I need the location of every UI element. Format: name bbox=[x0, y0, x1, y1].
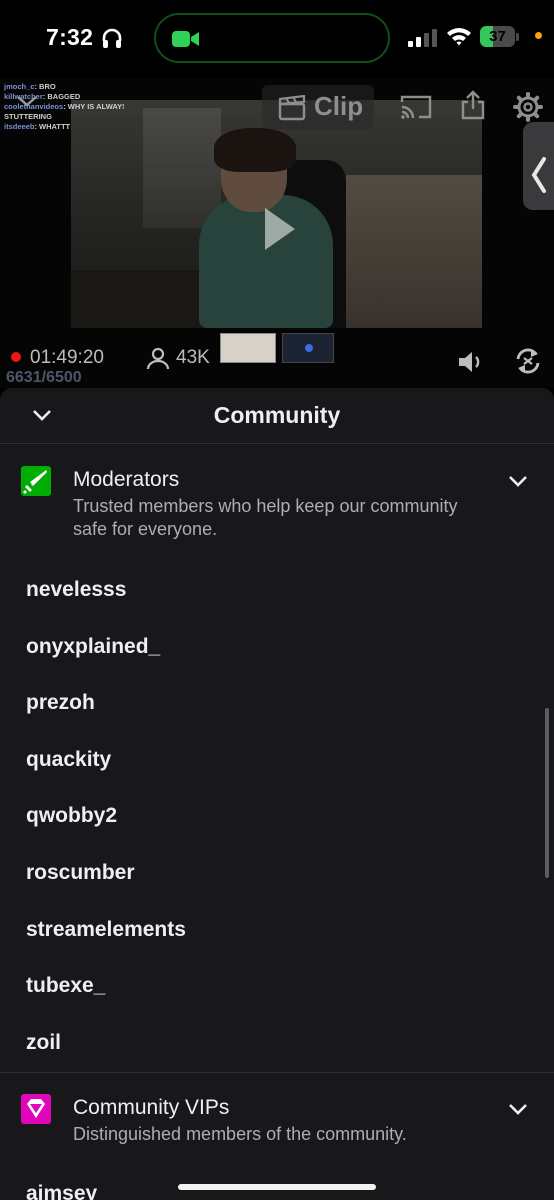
chat-count: 6631/6500 bbox=[6, 369, 82, 386]
clip-label: Clip bbox=[314, 91, 364, 121]
member-list-item[interactable]: onyxplained_ bbox=[26, 635, 160, 659]
member-list-item[interactable]: zoil bbox=[26, 1031, 61, 1055]
viewer-icon bbox=[146, 347, 170, 370]
stream-thumbnail[interactable] bbox=[220, 333, 276, 363]
vips-description: Distinguished members of the community. bbox=[73, 1124, 407, 1144]
moderators-description: Trusted members who help keep our commun… bbox=[73, 496, 458, 539]
community-sheet: Community Moderators Trusted members who… bbox=[0, 388, 554, 1200]
chevron-left-icon[interactable] bbox=[530, 156, 548, 194]
moderator-sword-icon bbox=[21, 466, 51, 496]
vip-gem-icon bbox=[21, 1094, 51, 1124]
member-list-item[interactable]: tubexe_ bbox=[26, 974, 105, 998]
moderators-title: Moderators bbox=[73, 468, 180, 491]
member-list-item[interactable]: streamelements bbox=[26, 918, 186, 942]
chat-line: STUTTERING bbox=[4, 112, 52, 121]
battery-label: 37 bbox=[489, 28, 506, 45]
gear-icon[interactable] bbox=[513, 92, 543, 122]
dynamic-island[interactable] bbox=[154, 13, 390, 63]
volume-icon[interactable] bbox=[457, 349, 487, 375]
sheet-title: Community bbox=[213, 402, 341, 428]
battery-icon: 37 bbox=[480, 26, 520, 48]
share-icon[interactable] bbox=[461, 90, 485, 120]
video-player[interactable]: jmoch_c: BRO killwatcher: BAGGED cooleth… bbox=[0, 78, 554, 388]
rotate-icon[interactable] bbox=[514, 346, 542, 376]
stream-thumbnail[interactable] bbox=[282, 333, 334, 363]
clip-icon bbox=[278, 95, 306, 121]
viewer-count: 43K bbox=[176, 347, 210, 368]
sheet-header: Community bbox=[0, 388, 554, 444]
privacy-indicator-dot bbox=[535, 32, 542, 39]
wifi-icon bbox=[447, 28, 471, 46]
member-list-item[interactable]: nevelesss bbox=[26, 578, 126, 602]
member-list-item[interactable]: aimsey bbox=[26, 1182, 97, 1200]
chat-line: itsdeeeb: WHATTT bbox=[4, 122, 71, 131]
play-icon[interactable] bbox=[263, 206, 297, 252]
facetime-icon bbox=[172, 31, 199, 47]
member-list-item[interactable]: roscumber bbox=[26, 861, 135, 885]
chevron-down-icon[interactable] bbox=[508, 1102, 528, 1116]
stream-uptime: 01:49:20 bbox=[30, 347, 104, 368]
chevron-down-icon[interactable] bbox=[14, 92, 40, 110]
member-list-item[interactable]: quackity bbox=[26, 748, 111, 772]
clip-button[interactable]: Clip bbox=[262, 85, 374, 129]
cellular-signal-icon bbox=[408, 29, 437, 47]
member-list-item[interactable]: prezoh bbox=[26, 691, 95, 715]
scrollbar[interactable] bbox=[545, 708, 549, 878]
cast-icon[interactable] bbox=[400, 94, 432, 120]
headphones-icon bbox=[102, 28, 122, 48]
status-bar: 7:32 37 bbox=[0, 0, 554, 78]
home-indicator[interactable] bbox=[178, 1184, 376, 1190]
member-list-item[interactable]: qwobby2 bbox=[26, 804, 117, 828]
live-indicator-dot bbox=[11, 352, 21, 362]
chevron-down-icon[interactable] bbox=[508, 474, 528, 488]
status-time: 7:32 bbox=[46, 24, 94, 50]
vips-title: Community VIPs bbox=[73, 1096, 230, 1119]
section-divider bbox=[0, 1072, 554, 1073]
chat-line: jmoch_c: BRO bbox=[4, 82, 56, 91]
